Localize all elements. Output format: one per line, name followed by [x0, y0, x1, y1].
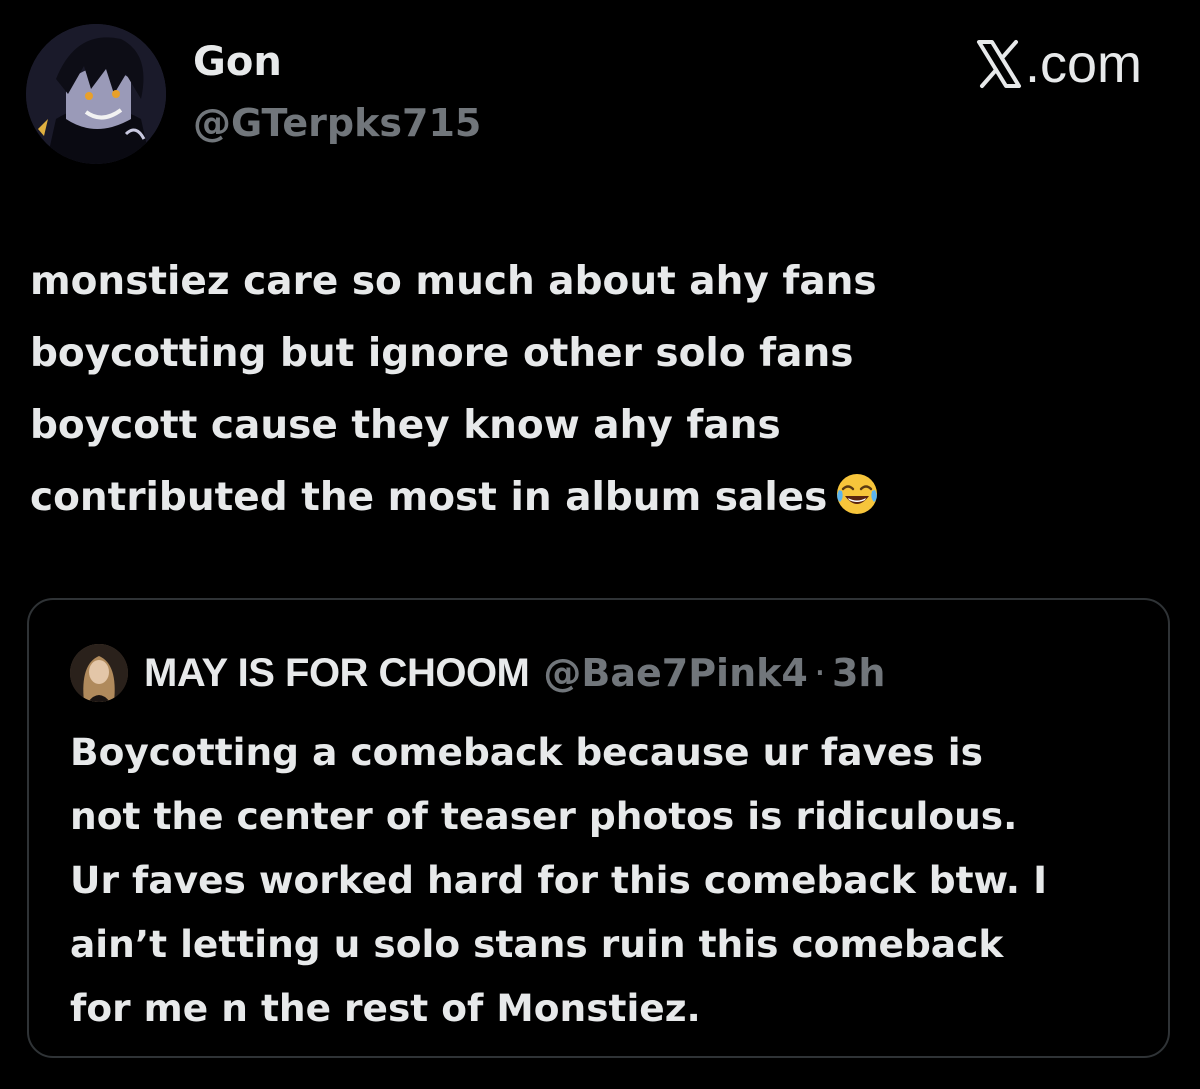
post: Gon @GTerpks715 .com monstiez care so mu…: [0, 0, 1200, 1089]
post-text-line: monstiez care so much about ahy fans: [30, 259, 877, 304]
quoted-text-line: Ur faves worked hard for this comeback b…: [70, 858, 1048, 902]
quoted-post-text: Boycotting a comeback because ur faves i…: [70, 720, 1150, 1040]
avatar-anime-character-icon: [26, 24, 166, 164]
quoted-text-line: not the center of teaser photos is ridic…: [70, 794, 1018, 838]
quoted-text-line: ain’t letting u solo stans ruin this com…: [70, 922, 1004, 966]
quoted-text-line: for me n the rest of Monstiez.: [70, 986, 701, 1030]
author-display-name[interactable]: Gon: [193, 38, 282, 86]
post-text-line-last: contributed the most in album sales: [30, 462, 1150, 534]
quoted-author-display-name[interactable]: MAY IS FOR CHOOM: [144, 651, 530, 696]
brand-domain-label: .com: [1024, 34, 1142, 94]
quoted-post-timestamp[interactable]: 3h: [832, 651, 886, 695]
quoted-post-header: MAY IS FOR CHOOM @Bae7Pink4 · 3h: [70, 644, 885, 702]
separator-dot: ·: [813, 651, 826, 695]
author-avatar[interactable]: [26, 24, 166, 164]
post-text-line: boycotting but ignore other solo fans: [30, 331, 854, 376]
quoted-post-card[interactable]: MAY IS FOR CHOOM @Bae7Pink4 · 3h Boycott…: [27, 598, 1170, 1058]
post-text-line-content: contributed the most in album sales: [30, 475, 828, 520]
quoted-text-line: Boycotting a comeback because ur faves i…: [70, 730, 983, 774]
author-handle[interactable]: @GTerpks715: [193, 100, 481, 146]
x-logo-icon: [975, 39, 1023, 89]
x-com-watermark: .com: [975, 34, 1142, 94]
post-text-line: boycott cause they know ahy fans: [30, 403, 781, 448]
post-text: monstiez care so much about ahy fans boy…: [30, 246, 1150, 534]
quoted-author-handle[interactable]: @Bae7Pink4: [543, 651, 807, 695]
face-with-tears-of-joy-icon: [835, 472, 879, 516]
avatar-photo-icon: [70, 644, 128, 702]
quoted-author-avatar[interactable]: [70, 644, 128, 702]
